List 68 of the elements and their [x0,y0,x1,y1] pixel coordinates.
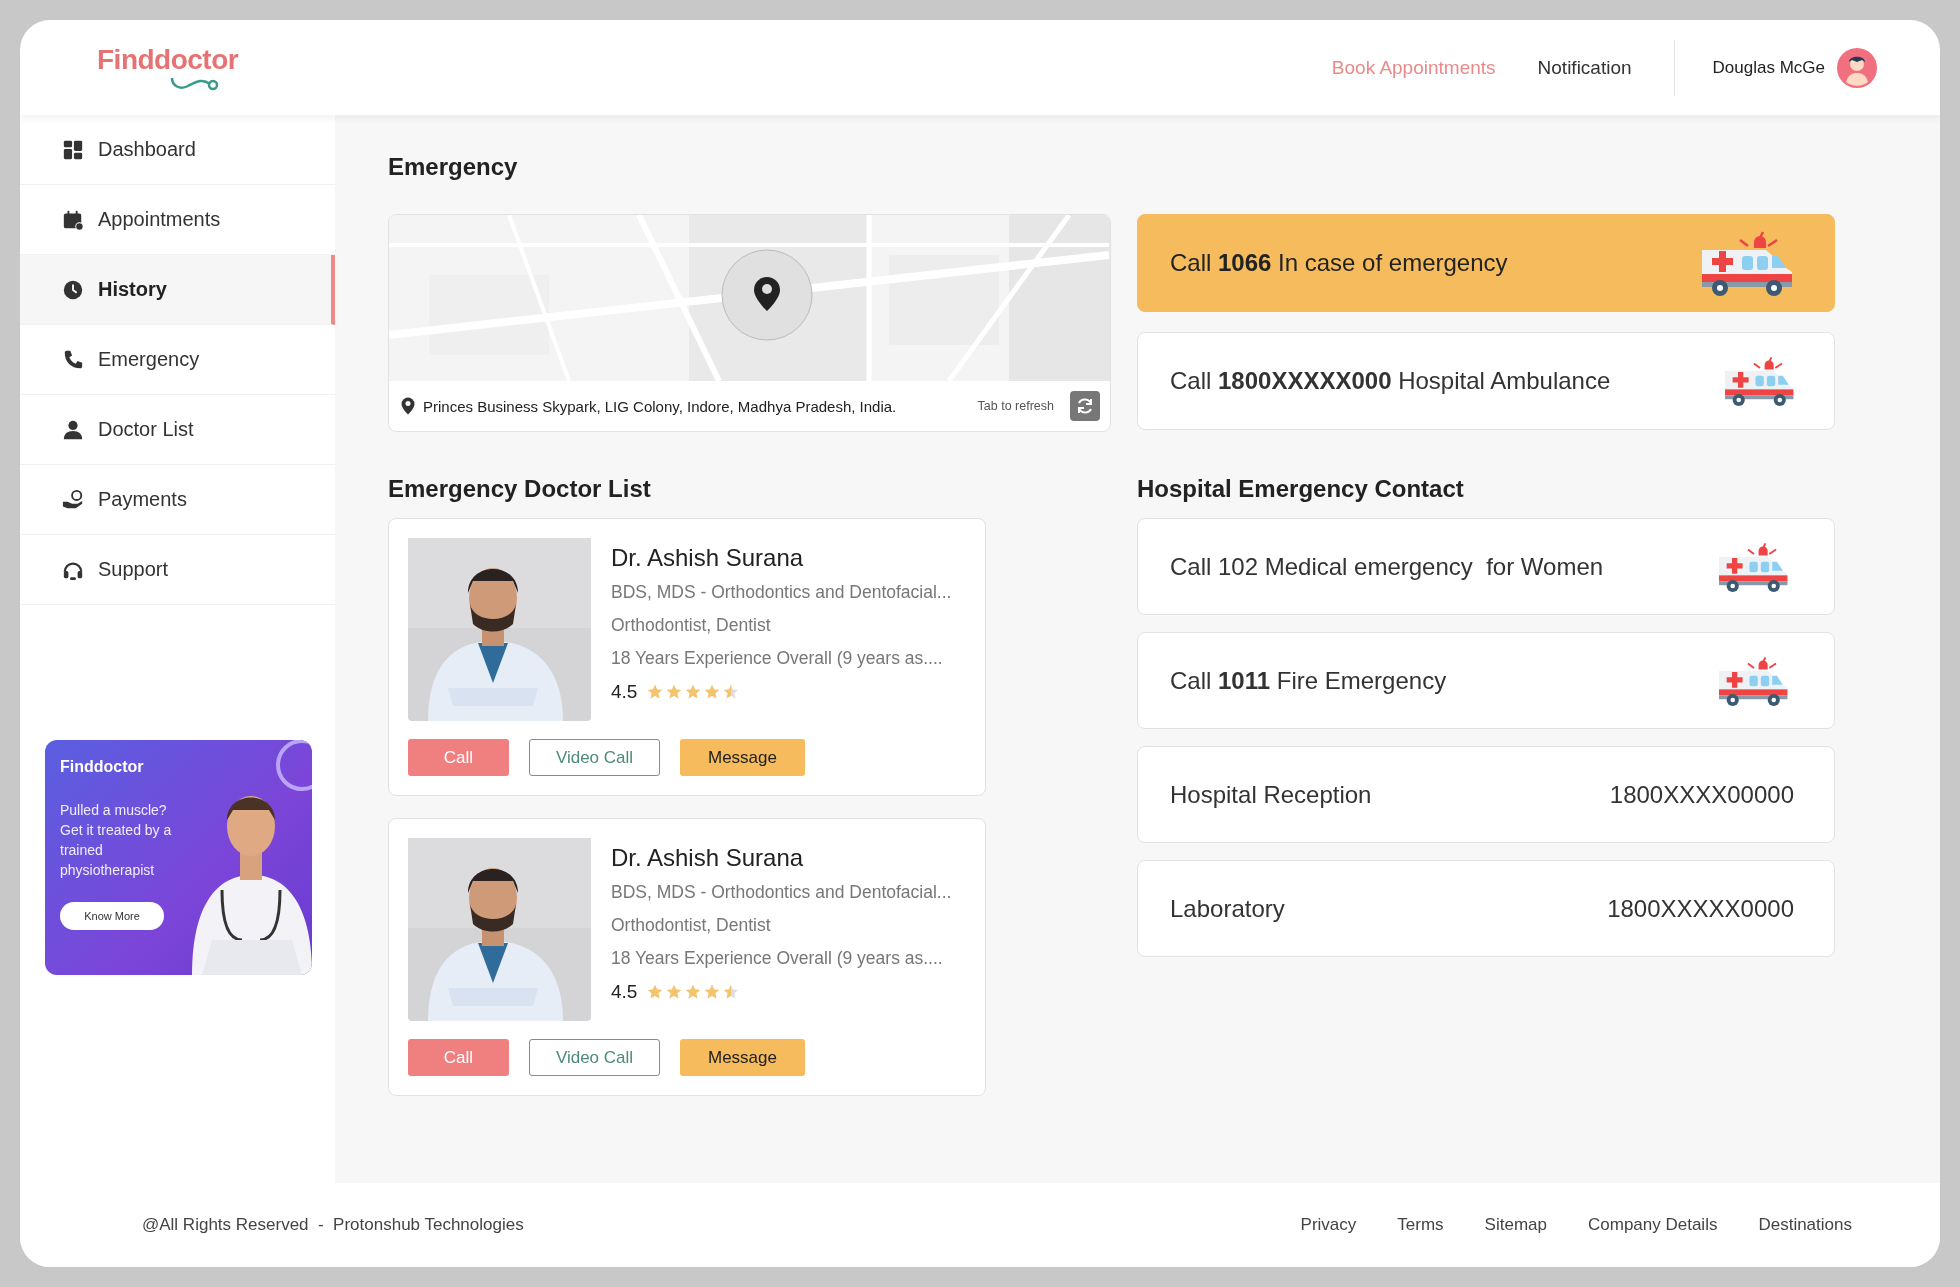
contact-text: Call 102 Medical emergency for Women [1170,552,1605,581]
nav-link[interactable]: Notification [1537,56,1632,79]
star-icon [723,984,740,1000]
emergency-call-card[interactable]: Call 1066 In case of emergency [1137,214,1835,312]
contact-card[interactable]: Call 102 Medical emergency for Women [1137,518,1835,615]
refresh-hint: Tab to refresh [977,399,1054,413]
contact-label: Hospital Reception [1170,780,1373,809]
phone-icon [62,348,84,371]
refresh-button[interactable] [1070,391,1100,421]
section-title: Hospital Emergency Contact [1137,474,1465,504]
doctor-experience: 18 Years Experience Overall (9 years as.... [611,948,944,969]
star-icon [666,984,683,1000]
dashboard-icon [62,138,84,161]
doctor-specialty: Orthodontist, Dentist [611,915,772,936]
doctor-experience: 18 Years Experience Overall (9 years as.... [611,648,944,669]
video-call-button[interactable]: Video Call [529,739,660,776]
emergency-call-card[interactable]: Call 1800XXXXX000 Hospital Ambulance [1137,332,1835,430]
location-pin-icon [753,277,781,311]
clock-icon [62,278,84,301]
contact-card[interactable]: Call 1011 Fire Emergency [1137,632,1835,729]
star-icon [685,684,702,700]
banner-logo: Finddoctor [60,758,145,776]
star-icon [704,984,721,1000]
star-icon [647,984,664,1000]
avatar[interactable] [1837,47,1877,88]
copyright-text: @All Rights Reserved - Protonshub Technologies [142,1215,524,1235]
message-button[interactable]: Message [680,1039,805,1076]
footer-link[interactable]: Destinations [1758,1215,1852,1235]
refresh-icon [1075,396,1095,416]
doctor-degree: BDS, MDS - Orthodontics and Dentofacial... [611,882,952,903]
footer-link[interactable]: Privacy [1300,1215,1357,1235]
section-title: Emergency [388,152,519,182]
video-call-button[interactable]: Video Call [529,1039,660,1076]
address-text: Princes Business Skypark, LIG Colony, Indore, Madhya Pradesh, India. [423,397,897,415]
contact-card[interactable]: Laboratory 1800XXXXX0000 [1137,860,1835,957]
contact-card[interactable]: Hospital Reception 1800XXXX00000 [1137,746,1835,843]
doctor-name[interactable]: Dr. Ashish Surana [611,844,952,872]
rating-value: 4.5 [611,981,638,1003]
call-text: Call 1066 In case of emergency [1170,249,1509,277]
section-title: Emergency Doctor List [388,474,652,504]
user-name[interactable]: Douglas McGe [1712,57,1825,78]
doctor-icon [62,418,84,441]
footer-link[interactable]: Terms [1397,1215,1444,1235]
footer-link[interactable]: Sitemap [1484,1215,1547,1235]
contact-text: Call 1011 Fire Emergency [1170,666,1448,695]
star-icon [647,684,664,700]
contact-label: Laboratory [1170,894,1286,923]
contact-number: 1800XXXXX0000 [1607,894,1794,923]
sidebar-item[interactable]: History [20,255,335,325]
rating-value: 4.5 [611,681,638,703]
calendar-icon [62,208,84,231]
contact-number: 1800XXXX00000 [1609,780,1794,809]
doctor-name[interactable]: Dr. Ashish Surana [611,544,952,572]
star-icon [685,984,702,1000]
star-icon [723,684,740,700]
know-more-button[interactable]: Know More [60,902,164,930]
promo-banner[interactable]: Finddoctor Pulled a muscle? Get it treated by a trained physiotherapist Know More [45,740,312,975]
doctor-degree: BDS, MDS - Orthodontics and Dentofacial... [611,582,952,603]
call-text: Call 1800XXXXX000 Hospital Ambulance [1170,367,1612,395]
star-icon [666,684,683,700]
stethoscope-icon [169,75,219,92]
footer-link[interactable]: Company Details [1588,1215,1718,1235]
location-pin-icon [401,397,415,415]
promo-text: Pulled a muscle? Get it treated by a trained physiotherapist [60,801,173,880]
doctor-specialty: Orthodontist, Dentist [611,615,772,636]
message-button[interactable]: Message [680,739,805,776]
star-icon [704,684,721,700]
payment-icon [62,488,84,511]
